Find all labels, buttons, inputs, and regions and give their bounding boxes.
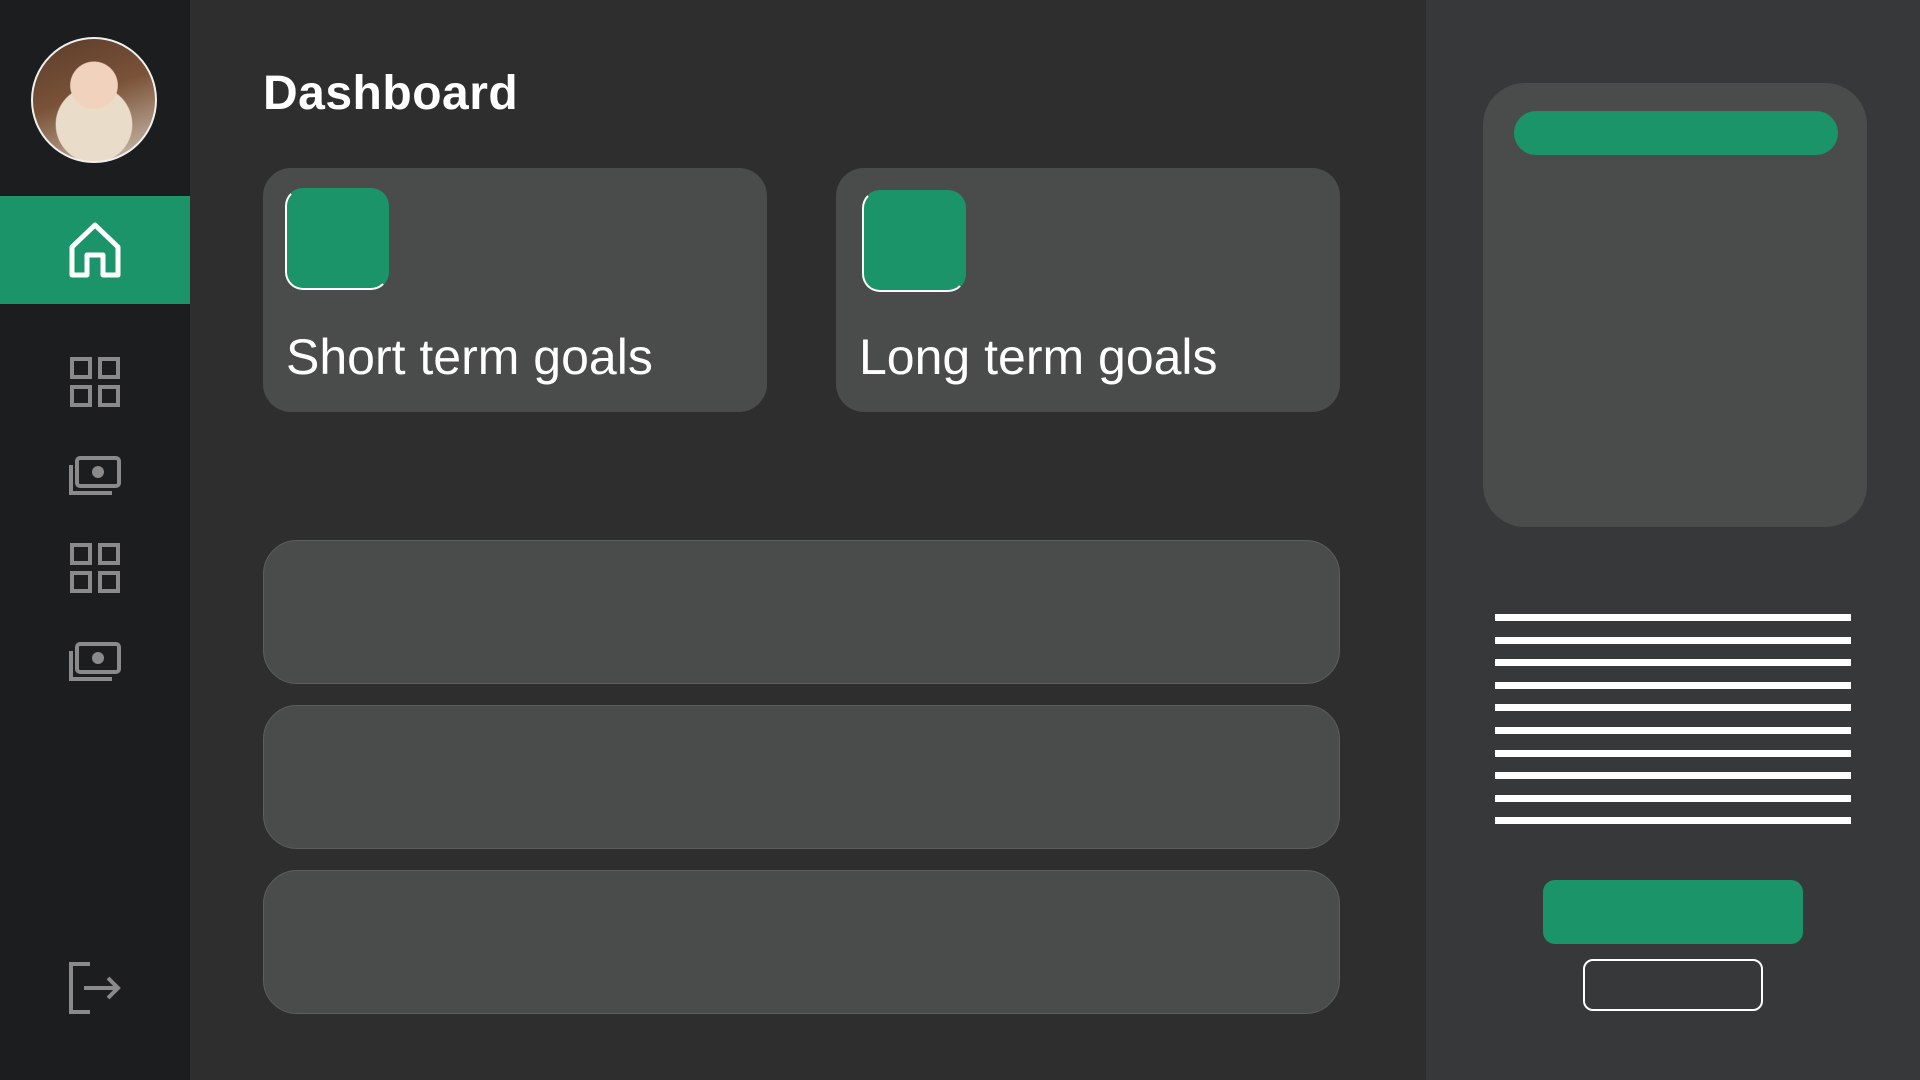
page-title: Dashboard xyxy=(263,67,519,120)
text-line xyxy=(1495,749,1851,757)
right-panel xyxy=(1426,0,1920,1080)
text-line xyxy=(1495,614,1851,621)
logout-icon xyxy=(68,961,122,1015)
preview-header-bar xyxy=(1514,111,1838,155)
main-content: Dashboard Short term goals Long term goa… xyxy=(190,0,1426,1080)
goal-card-label: Long term goals xyxy=(859,329,1218,385)
text-line xyxy=(1495,817,1851,825)
goal-card-label: Short term goals xyxy=(286,329,653,385)
primary-button[interactable] xyxy=(1543,880,1803,944)
text-line xyxy=(1495,726,1851,734)
short-term-goals-card[interactable]: Short term goals xyxy=(263,168,767,412)
sidebar-item-cash-2[interactable] xyxy=(0,636,190,688)
list-item[interactable] xyxy=(263,540,1340,684)
cash-icon xyxy=(68,455,122,497)
text-line xyxy=(1495,704,1851,712)
list-item[interactable] xyxy=(263,705,1340,849)
text-line xyxy=(1495,794,1851,802)
sidebar-item-cash[interactable] xyxy=(0,450,190,502)
text-line xyxy=(1495,636,1851,644)
text-line xyxy=(1495,681,1851,689)
home-icon xyxy=(68,221,122,279)
long-term-goals-card[interactable]: Long term goals xyxy=(836,168,1340,412)
sidebar-item-home[interactable] xyxy=(0,196,190,304)
avatar[interactable] xyxy=(31,37,157,163)
grid-icon xyxy=(69,356,121,408)
text-line xyxy=(1495,772,1851,780)
app-root: Dashboard Short term goals Long term goa… xyxy=(0,0,1920,1080)
sidebar-item-grid[interactable] xyxy=(0,352,190,412)
goal-icon xyxy=(862,190,966,292)
list-item[interactable] xyxy=(263,870,1340,1014)
sidebar-item-grid-2[interactable] xyxy=(0,538,190,598)
grid-icon xyxy=(69,542,121,594)
secondary-button[interactable] xyxy=(1583,959,1763,1011)
sidebar xyxy=(0,0,190,1080)
logout-button[interactable] xyxy=(0,958,190,1018)
text-line xyxy=(1495,659,1851,667)
text-placeholder-lines xyxy=(1495,614,1851,840)
preview-card xyxy=(1483,83,1867,527)
goal-icon xyxy=(285,188,389,290)
cash-icon xyxy=(68,641,122,683)
